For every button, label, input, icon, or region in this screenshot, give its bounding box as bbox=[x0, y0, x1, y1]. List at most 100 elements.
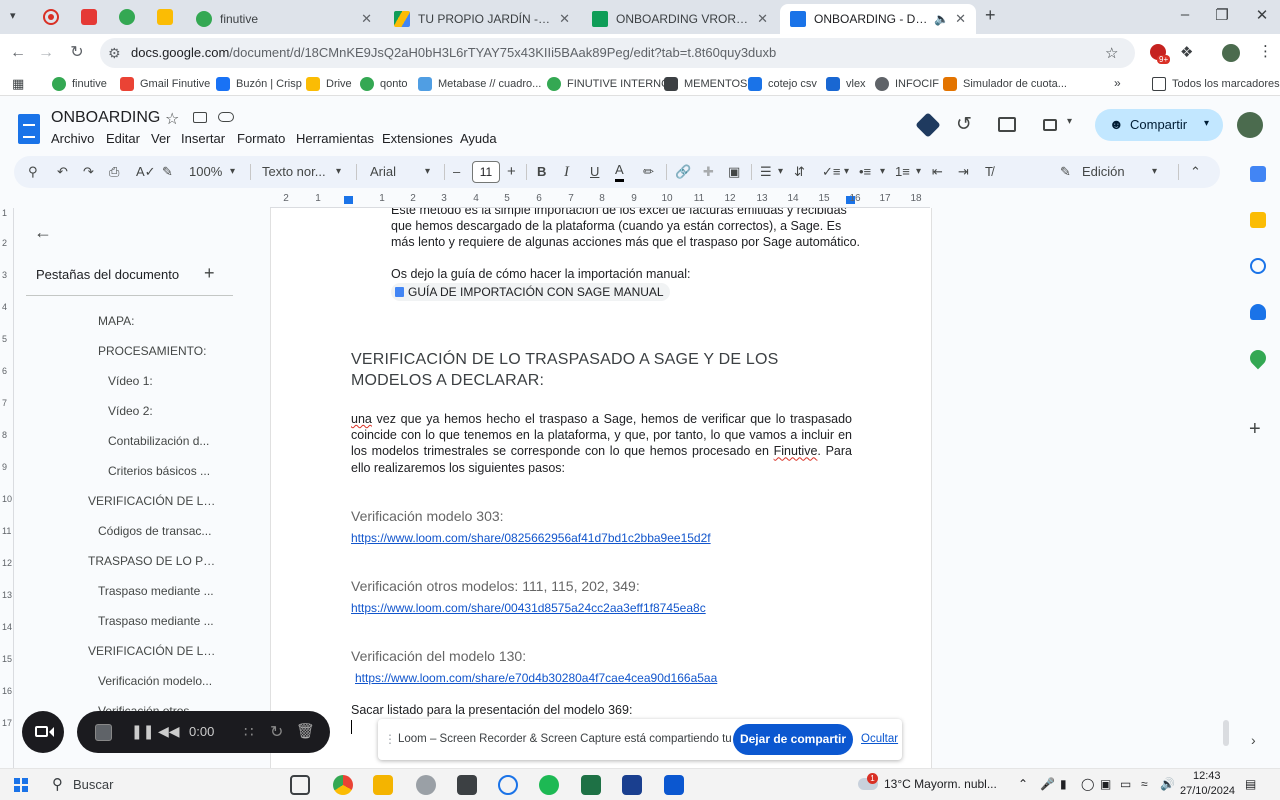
app-icon[interactable] bbox=[416, 775, 436, 795]
clear-formatting-icon[interactable]: T̸ bbox=[985, 162, 993, 182]
edit-mode-select[interactable]: Edición bbox=[1082, 162, 1125, 182]
increase-font-size-icon[interactable]: + bbox=[507, 162, 516, 182]
pinned-tab-finutive-icon[interactable] bbox=[119, 9, 135, 25]
checklist-icon[interactable]: ✓≡ bbox=[822, 162, 840, 182]
excel-icon[interactable] bbox=[581, 775, 601, 795]
cloud-status-icon[interactable] bbox=[218, 112, 234, 122]
tab-search-chevron-icon[interactable]: ▾ bbox=[10, 9, 16, 22]
bookmark-simulador[interactable]: Simulador de cuota... bbox=[943, 76, 1067, 92]
loom-link-otros[interactable]: https://www.loom.com/share/00431d8575a24… bbox=[351, 601, 706, 615]
spotify-icon[interactable] bbox=[539, 775, 559, 795]
increase-indent-icon[interactable]: ⇥ bbox=[958, 162, 969, 182]
align-icon[interactable]: ☰ bbox=[760, 162, 772, 182]
text-color-icon[interactable]: A bbox=[615, 162, 624, 182]
new-tab-icon[interactable]: + bbox=[985, 5, 996, 26]
collapse-menus-icon[interactable]: ⌃ bbox=[1190, 162, 1201, 182]
align-dropdown-icon[interactable]: ▾ bbox=[778, 162, 783, 182]
close-tab-icon[interactable]: ✕ bbox=[559, 11, 570, 27]
decrease-font-size-icon[interactable]: – bbox=[453, 162, 460, 182]
outline-item[interactable]: VERIFICACIÓN DE LO... bbox=[88, 644, 218, 658]
outline-item[interactable]: Verificación modelo... bbox=[98, 674, 218, 688]
profile-avatar[interactable] bbox=[1222, 44, 1240, 62]
outline-item[interactable]: VERIFICACIÓN DE LO... bbox=[88, 494, 218, 508]
display-icon[interactable]: ▣ bbox=[1100, 777, 1111, 791]
left-indent-marker[interactable] bbox=[344, 196, 353, 204]
volume-icon[interactable]: 🔊 bbox=[1160, 777, 1175, 791]
outline-item[interactable]: Vídeo 2: bbox=[108, 404, 228, 418]
menu-herramientas[interactable]: Herramientas bbox=[296, 131, 374, 146]
windows-start-icon[interactable] bbox=[14, 778, 28, 792]
tab-onboarding-sheets[interactable]: ONBOARDING VRORR - Hojas c ✕ bbox=[582, 4, 778, 34]
highlight-icon[interactable]: ✏ bbox=[643, 162, 654, 182]
search-menus-icon[interactable]: ⚲ bbox=[28, 162, 38, 182]
get-addons-icon[interactable]: + bbox=[1249, 418, 1261, 441]
bookmark-metabase[interactable]: Metabase // cuadro... bbox=[418, 76, 541, 92]
horizontal-ruler[interactable]: 2 1 1 2 3 4 5 6 7 8 9 10 11 12 13 14 15 … bbox=[270, 190, 930, 208]
bookmark-finutive-interno[interactable]: FINUTIVE INTERNO bbox=[547, 76, 670, 92]
share-button[interactable]: ☻ Compartir ▾ bbox=[1095, 109, 1223, 141]
menu-formato[interactable]: Formato bbox=[237, 131, 285, 146]
contacts-icon[interactable] bbox=[1250, 304, 1266, 320]
outline-item[interactable]: MAPA: bbox=[98, 314, 228, 328]
vertical-scrollbar-thumb[interactable] bbox=[1223, 720, 1229, 746]
guide-smart-chip[interactable]: GUÍA DE IMPORTACIÓN CON SAGE MANUAL bbox=[391, 283, 670, 301]
address-bar[interactable]: ⚙ docs.google.com/document/d/18CMnKE9JsQ… bbox=[100, 38, 1135, 68]
checklist-dropdown-icon[interactable]: ▾ bbox=[844, 162, 849, 182]
vertical-ruler[interactable]: 1 2 3 4 5 6 7 8 9 10 11 12 13 14 15 16 1… bbox=[0, 208, 14, 768]
stop-sharing-button[interactable]: Dejar de compartir bbox=[733, 724, 853, 755]
undo-icon[interactable]: ↶ bbox=[57, 162, 68, 182]
tasks-icon[interactable] bbox=[1250, 258, 1266, 274]
bookmark-star-icon[interactable]: ☆ bbox=[1105, 44, 1118, 62]
numbered-list-dropdown-icon[interactable]: ▾ bbox=[916, 162, 921, 182]
taskbar-search[interactable]: ⚲ Buscar bbox=[46, 773, 272, 797]
meet-dropdown-icon[interactable]: ▾ bbox=[1067, 116, 1072, 127]
line-spacing-icon[interactable]: ⇵ bbox=[794, 162, 805, 182]
outline-item[interactable]: Traspaso mediante ... bbox=[98, 614, 218, 628]
menu-insertar[interactable]: Insertar bbox=[181, 131, 225, 146]
extensions-puzzle-icon[interactable]: ❖ bbox=[1180, 43, 1193, 61]
back-arrow-icon[interactable]: ← bbox=[34, 222, 52, 243]
close-tab-icon[interactable]: ✕ bbox=[955, 11, 966, 27]
outline-item[interactable]: Contabilización d... bbox=[108, 434, 228, 448]
audio-playing-icon[interactable]: 🔈 bbox=[934, 12, 949, 26]
bulleted-list-dropdown-icon[interactable]: ▾ bbox=[880, 162, 885, 182]
forward-icon[interactable]: → bbox=[36, 43, 56, 63]
move-folder-icon[interactable] bbox=[193, 112, 207, 123]
avatar[interactable] bbox=[1237, 112, 1263, 138]
version-history-icon[interactable]: ↺ bbox=[956, 113, 972, 136]
microphone-icon[interactable]: 🎤 bbox=[1040, 777, 1055, 791]
comments-icon[interactable] bbox=[998, 117, 1016, 132]
spellcheck-icon[interactable]: A✓ bbox=[136, 162, 156, 182]
style-select[interactable]: Texto nor... bbox=[262, 162, 326, 182]
pinned-tab-grid-icon[interactable] bbox=[157, 9, 173, 25]
minimize-icon[interactable]: – bbox=[1175, 6, 1195, 23]
tab-onboarding-docs[interactable]: ONBOARDING - Document 🔈 ✕ bbox=[780, 4, 976, 34]
add-comment-icon[interactable]: ✚ bbox=[703, 162, 714, 182]
zoom-dropdown-icon[interactable]: ▾ bbox=[230, 162, 235, 182]
hide-link[interactable]: Ocultar bbox=[861, 733, 898, 745]
clock-time[interactable]: 12:43 bbox=[1193, 770, 1221, 782]
back-icon[interactable]: ← bbox=[8, 43, 28, 63]
italic-icon[interactable]: I bbox=[564, 162, 569, 182]
menu-ayuda[interactable]: Ayuda bbox=[460, 131, 497, 146]
app-icon[interactable] bbox=[457, 775, 477, 795]
tab-jardin[interactable]: TU PROPIO JARDÍN - Google D ✕ bbox=[384, 4, 580, 34]
pinned-tab-record-icon[interactable] bbox=[43, 9, 59, 25]
reload-icon[interactable]: ↻ bbox=[67, 43, 87, 63]
loom-link-303[interactable]: https://www.loom.com/share/0825662956af4… bbox=[351, 531, 711, 545]
numbered-list-icon[interactable]: 1≡ bbox=[895, 162, 910, 182]
calculator-icon[interactable] bbox=[664, 775, 684, 795]
bookmark-mementos[interactable]: MEMENTOS bbox=[664, 76, 747, 92]
maps-icon[interactable] bbox=[1246, 346, 1270, 370]
tray-app-icon[interactable]: ▮ bbox=[1060, 777, 1067, 791]
docs-logo-icon[interactable] bbox=[18, 114, 40, 144]
drag-handle-icon[interactable]: ⋮ bbox=[384, 732, 396, 746]
decrease-indent-icon[interactable]: ⇤ bbox=[932, 162, 943, 182]
battery-icon[interactable]: ▭ bbox=[1120, 777, 1131, 791]
underline-icon[interactable]: U bbox=[590, 162, 599, 182]
hide-side-panel-icon[interactable]: › bbox=[1251, 732, 1256, 748]
keep-icon[interactable] bbox=[1250, 212, 1266, 228]
bookmark-gmail[interactable]: Gmail Finutive bbox=[120, 76, 210, 92]
url-text[interactable]: docs.google.com/document/d/18CMnKE9JsQ2a… bbox=[131, 45, 776, 60]
insert-link-icon[interactable]: 🔗 bbox=[675, 162, 691, 182]
